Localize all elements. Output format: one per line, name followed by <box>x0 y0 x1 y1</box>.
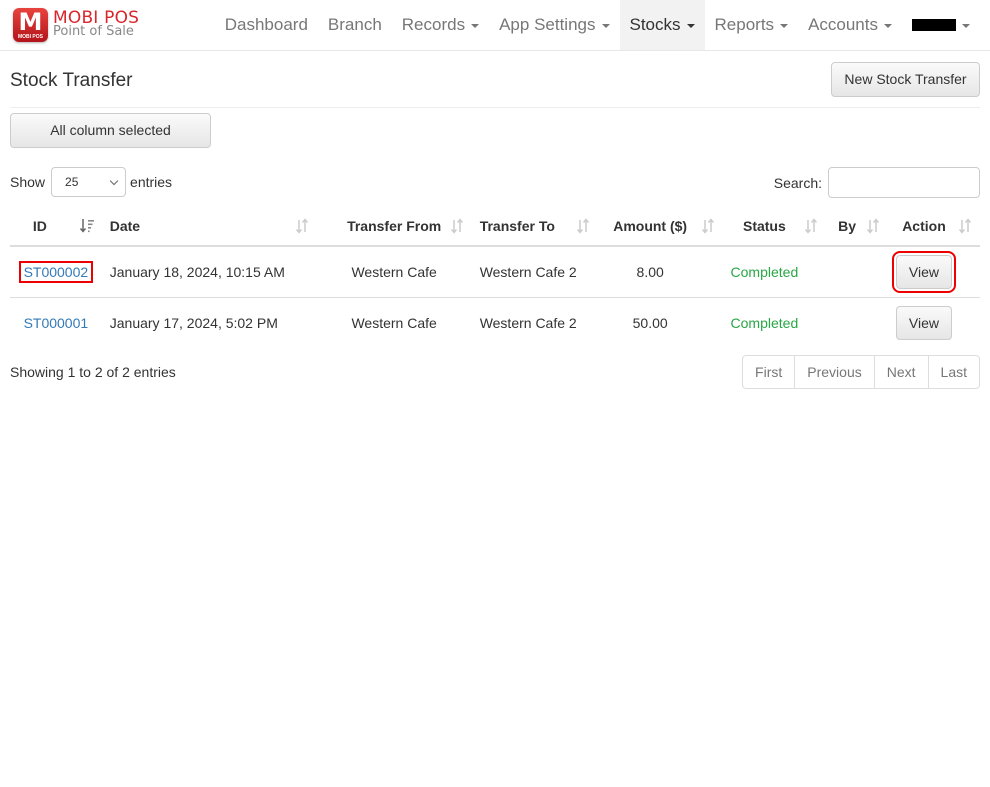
sort-both-icon <box>866 218 880 234</box>
entries-label: entries <box>130 174 173 190</box>
amount-cell: 50.00 <box>632 314 668 331</box>
nav-user-menu[interactable] <box>902 0 980 50</box>
column-label: Date <box>109 217 141 234</box>
search-filter: Search: <box>774 167 980 198</box>
length-menu: Show 25 entries <box>10 167 172 197</box>
column-label: Status <box>742 217 786 234</box>
sort-both-icon <box>576 218 590 234</box>
view-button[interactable]: View <box>895 305 952 340</box>
nav-accounts[interactable]: Accounts <box>798 0 902 50</box>
column-visibility-button[interactable]: All column selected <box>10 113 211 148</box>
column-header-id[interactable]: ID <box>10 206 102 247</box>
by-cell <box>826 246 888 298</box>
table-header-row: ID Date Transfer From Transfer To Amount… <box>10 206 980 247</box>
transfer-id-link[interactable]: ST000001 <box>24 315 89 331</box>
transfer-from-cell: Western Cafe <box>316 246 472 298</box>
nav-label: Dashboard <box>224 15 308 34</box>
column-label: Action <box>902 217 946 234</box>
caret-down-icon <box>686 24 695 28</box>
main-nav: Dashboard Branch Records App Settings St… <box>215 0 980 50</box>
column-label: Amount ($) <box>613 217 688 234</box>
nav-label: App Settings <box>499 15 596 34</box>
stock-transfer-table: ID Date Transfer From Transfer To Amount… <box>10 206 980 348</box>
page-title: Stock Transfer <box>10 70 133 91</box>
amount-cell: 8.00 <box>597 246 723 298</box>
nav-app-settings[interactable]: App Settings <box>489 0 619 50</box>
search-input[interactable] <box>828 167 980 198</box>
nav-dashboard[interactable]: Dashboard <box>215 0 318 50</box>
nav-label: Stocks <box>629 15 681 34</box>
column-label: ID <box>32 217 47 234</box>
redacted-username <box>912 19 956 31</box>
status-cell: Completed <box>722 246 827 298</box>
table-row: ST000001 January 17, 2024, 5:02 PM Weste… <box>10 297 980 348</box>
nav-stocks[interactable]: Stocks <box>619 0 705 50</box>
transfer-to-cell: Western Cafe 2 <box>479 314 577 331</box>
column-header-by[interactable]: By <box>826 206 888 247</box>
logo-subtext: MOBI POS <box>17 34 43 40</box>
sort-both-icon <box>295 218 309 234</box>
pagination-first[interactable]: First <box>743 356 794 388</box>
chevron-down-icon <box>109 176 119 186</box>
column-header-transfer-to[interactable]: Transfer To <box>471 206 598 247</box>
column-header-status[interactable]: Status <box>722 206 827 247</box>
column-header-action[interactable]: Action <box>887 206 980 247</box>
table-row: ST000002 January 18, 2024, 10:15 AM West… <box>10 246 980 298</box>
sort-both-icon <box>804 218 818 234</box>
sort-both-icon <box>701 218 715 234</box>
column-header-date[interactable]: Date <box>101 206 317 247</box>
status-cell: Completed <box>730 314 799 331</box>
new-stock-transfer-button[interactable]: New Stock Transfer <box>831 62 980 97</box>
caret-down-icon <box>780 24 789 28</box>
table-info: Showing 1 to 2 of 2 entries <box>10 364 176 380</box>
pagination: First Previous Next Last <box>742 355 980 389</box>
pagination-last[interactable]: Last <box>927 356 979 388</box>
caret-down-icon <box>962 24 970 28</box>
pagination-previous[interactable]: Previous <box>794 356 873 388</box>
date-cell: January 17, 2024, 5:02 PM <box>109 314 278 331</box>
caret-down-icon <box>601 24 610 28</box>
transfer-to-cell: Western Cafe 2 <box>471 246 598 298</box>
transfer-id-link[interactable]: ST000002 <box>18 260 94 283</box>
caret-down-icon <box>884 24 892 28</box>
transfer-from-cell: Western Cafe <box>351 314 437 331</box>
nav-label: Records <box>401 15 466 34</box>
brand-subtitle: Point of Sale <box>53 24 134 39</box>
nav-label: Reports <box>714 15 775 34</box>
entries-per-page-value: 25 <box>65 175 79 189</box>
sort-both-icon <box>958 218 972 234</box>
column-label: By <box>838 217 857 234</box>
view-button[interactable]: View <box>891 250 956 293</box>
mobi-pos-logo-icon: M MOBI POS <box>13 8 48 42</box>
nav-branch[interactable]: Branch <box>318 0 392 50</box>
sort-both-icon <box>450 218 464 234</box>
search-label: Search: <box>773 174 822 191</box>
navbar: M MOBI POS MOBI POS Point of Sale Dashbo… <box>0 0 990 51</box>
column-label: Transfer From <box>347 217 442 234</box>
logo-letter: M <box>18 8 43 36</box>
entries-per-page-select[interactable]: 25 <box>51 167 127 197</box>
date-cell: January 18, 2024, 10:15 AM <box>101 246 317 298</box>
pagination-next[interactable]: Next <box>873 356 928 388</box>
show-label: Show <box>10 174 46 190</box>
nav-label: Accounts <box>808 15 878 34</box>
column-header-transfer-from[interactable]: Transfer From <box>316 206 472 247</box>
nav-reports[interactable]: Reports <box>705 0 799 50</box>
brand[interactable]: M MOBI POS MOBI POS Point of Sale <box>13 8 139 42</box>
sort-descending-icon <box>79 218 94 234</box>
column-label: Transfer To <box>479 217 555 234</box>
by-cell <box>826 297 888 348</box>
nav-records[interactable]: Records <box>392 0 489 50</box>
nav-label: Branch <box>327 15 382 34</box>
page-header: Stock Transfer New Stock Transfer <box>10 62 980 108</box>
column-header-amount[interactable]: Amount ($) <box>597 206 723 247</box>
caret-down-icon <box>471 24 480 28</box>
